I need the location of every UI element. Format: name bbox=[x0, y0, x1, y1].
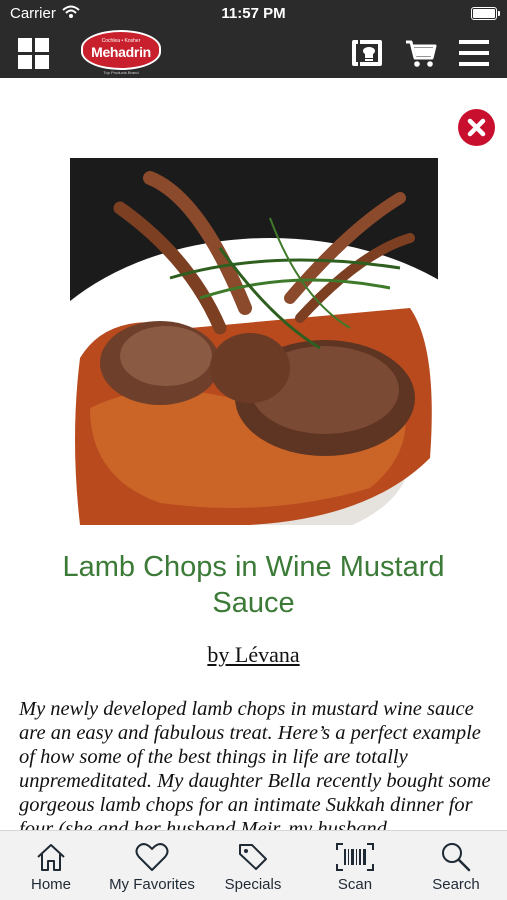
close-button[interactable] bbox=[458, 109, 495, 146]
cart-icon[interactable] bbox=[404, 37, 438, 69]
recipes-icon[interactable] bbox=[350, 37, 384, 69]
barcode-icon bbox=[336, 843, 374, 871]
brand-logo[interactable]: Cochlea • Kosher Mehadrin Top Products B… bbox=[81, 30, 161, 75]
grid-menu-icon[interactable] bbox=[18, 38, 49, 69]
logo-badge: Cochlea • Kosher Mehadrin bbox=[81, 30, 161, 70]
tag-icon bbox=[239, 844, 267, 870]
recipe-description: My newly developed lamb chops in mustard… bbox=[19, 698, 491, 830]
home-icon bbox=[37, 844, 65, 871]
battery-icon bbox=[471, 7, 500, 20]
nav-bar: Cochlea • Kosher Mehadrin Top Products B… bbox=[0, 28, 507, 78]
tab-my-favorites-label: My Favorites bbox=[109, 876, 195, 893]
tab-scan-label: Scan bbox=[337, 876, 373, 893]
recipe-title: Lamb Chops in Wine Mustard Sauce bbox=[62, 551, 445, 619]
recipe-image bbox=[70, 158, 438, 525]
heart-icon bbox=[135, 843, 169, 871]
recipe-author-link[interactable]: by Lévana bbox=[0, 642, 507, 668]
logo-brand-text: Mehadrin bbox=[91, 44, 151, 60]
status-bar: Carrier 11:57 PM bbox=[0, 0, 507, 28]
tab-my-favorites[interactable]: My Favorites bbox=[102, 831, 202, 900]
recipe-content[interactable]: Lamb Chops in Wine Mustard Sauce by Léva… bbox=[0, 78, 507, 830]
tab-scan[interactable]: Scan bbox=[320, 831, 390, 900]
tab-specials-label: Specials bbox=[224, 876, 282, 893]
search-icon bbox=[442, 843, 471, 872]
close-icon bbox=[467, 118, 486, 137]
logo-tagline: Top Products Brand bbox=[103, 70, 139, 75]
tab-bar: Home My Favorites Specials Scan Search bbox=[0, 830, 507, 900]
status-time: 11:57 PM bbox=[221, 5, 286, 22]
hamburger-menu-icon[interactable] bbox=[457, 37, 491, 69]
tab-search-label: Search bbox=[432, 876, 480, 893]
tab-specials[interactable]: Specials bbox=[213, 831, 293, 900]
tab-search[interactable]: Search bbox=[420, 831, 492, 900]
tab-home[interactable]: Home bbox=[16, 831, 86, 900]
tab-home-label: Home bbox=[30, 876, 71, 893]
